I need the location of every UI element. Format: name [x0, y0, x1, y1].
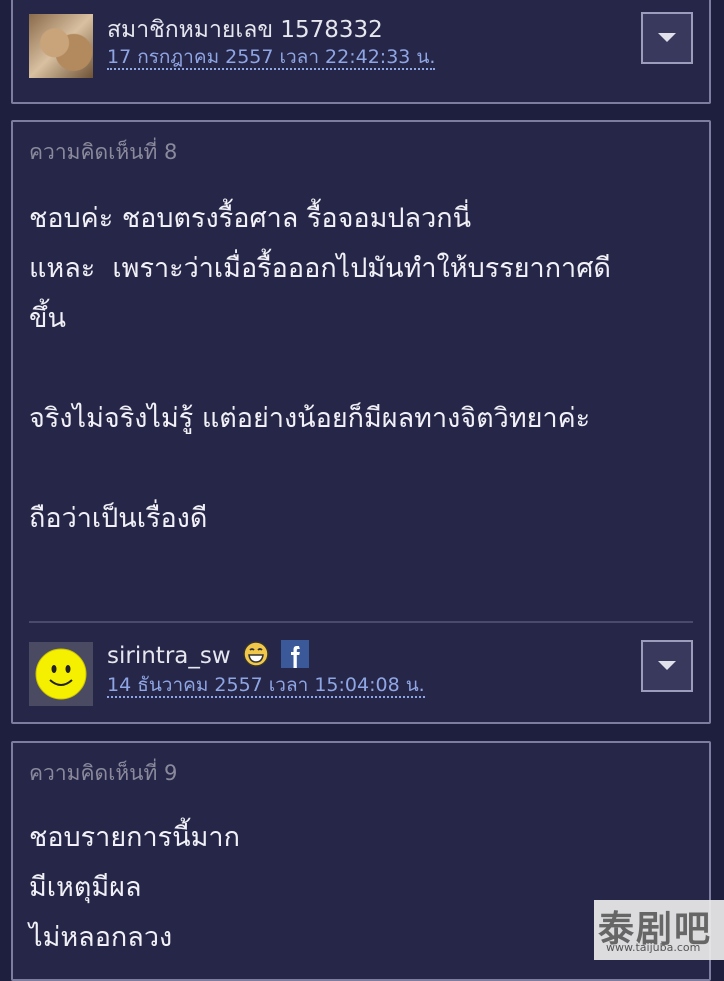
comment-number: ความคิดเห็นที่ 9	[29, 761, 178, 785]
comment-card-7: สมาชิกหมายเลข 1578332 17 กรกฎาคม 2557 เว…	[11, 0, 711, 104]
comment-menu-button[interactable]	[641, 640, 693, 692]
comment-datetime[interactable]: 17 กรกฎาคม 2557 เวลา 22:42:33 น.	[107, 46, 436, 70]
comment-menu-button[interactable]	[641, 12, 693, 64]
avatar[interactable]	[29, 14, 93, 78]
comment-datetime[interactable]: 14 ธันวาคม 2557 เวลา 15:04:08 น.	[107, 674, 425, 698]
username[interactable]: sirintra_sw	[107, 640, 310, 669]
watermark-url: www.taijuba.com	[606, 941, 701, 954]
comment-body: ชอบรายการนี้มาก มีเหตุมีผล ไม่หลอกลวง	[29, 822, 240, 953]
divider	[29, 621, 693, 623]
comment-number: ความคิดเห็นที่ 8	[29, 140, 178, 164]
smiley-avatar-icon	[35, 648, 87, 700]
chevron-down-icon	[658, 661, 676, 670]
username-text[interactable]: sirintra_sw	[107, 643, 231, 669]
avatar[interactable]	[29, 642, 93, 706]
comment-body: ชอบค่ะ ชอบตรงรื้อศาล รื้อจอมปลวกนี่ แหละ…	[29, 203, 611, 534]
site-watermark: 泰剧吧 www.taijuba.com	[594, 900, 724, 960]
author-row: สมาชิกหมายเลข 1578332 17 กรกฎาคม 2557 เว…	[29, 12, 693, 80]
chevron-down-icon	[658, 33, 676, 42]
grinning-emoji-icon	[243, 641, 269, 667]
author-row: sirintra_sw 14 ธันวาคม 2557 เวลา 15:04:0…	[29, 640, 693, 708]
comment-card-8: ความคิดเห็นที่ 8 ชอบค่ะ ชอบตรงรื้อศาล รื…	[11, 120, 711, 724]
facebook-icon[interactable]	[281, 640, 310, 668]
username[interactable]: สมาชิกหมายเลข 1578332	[107, 12, 383, 48]
